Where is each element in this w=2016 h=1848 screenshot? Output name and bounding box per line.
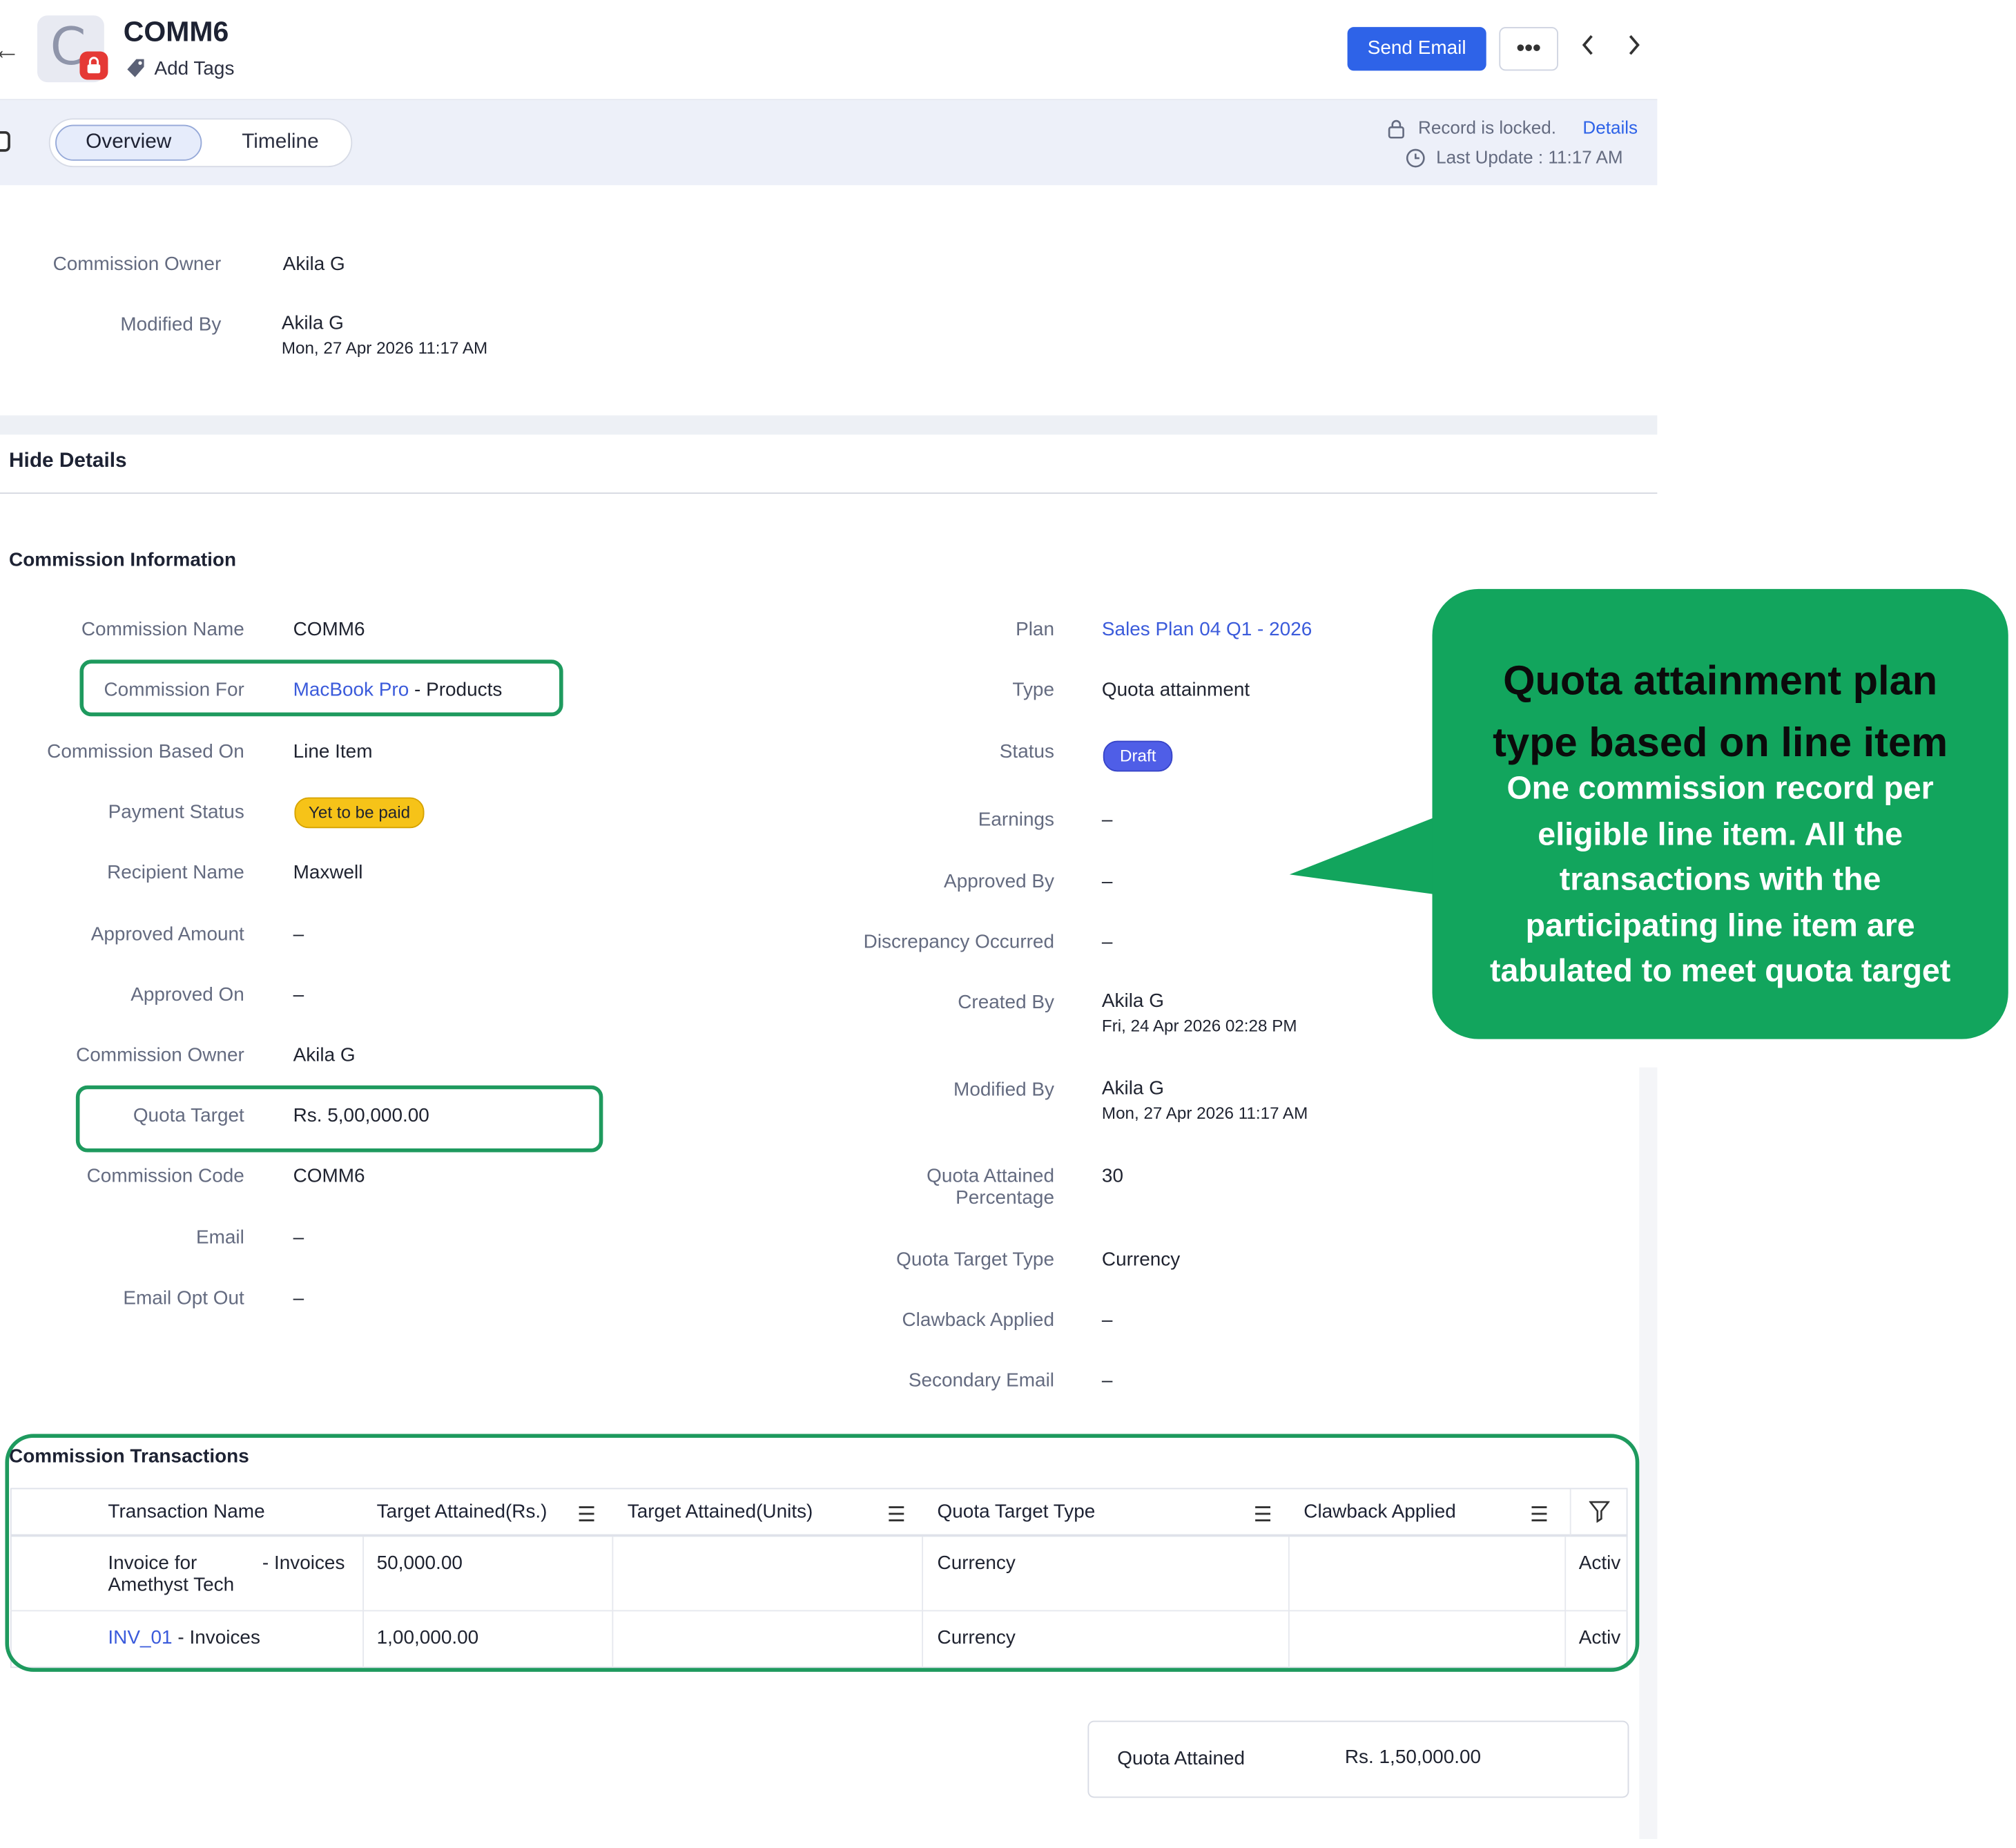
lock-details-link[interactable]: Details: [1582, 117, 1638, 137]
next-record-icon[interactable]: [1625, 31, 1643, 67]
earnings-label: Earnings: [978, 809, 1055, 831]
created-date: Fri, 24 Apr 2026 02:28 PM: [1101, 1016, 1297, 1036]
callout-title-line: Quota attainment plan: [1503, 657, 1938, 704]
more-actions-button[interactable]: •••: [1499, 27, 1558, 71]
callout-title-line: type based on line item: [1493, 718, 1948, 766]
tag-icon[interactable]: [126, 58, 146, 79]
secondary-email-label: Secondary Email: [908, 1369, 1055, 1392]
modified-by-value: Akila G: [1101, 1077, 1164, 1100]
status-badge: Draft: [1103, 740, 1173, 772]
summary-modified-value: Akila G: [281, 312, 344, 335]
created-by-label: Created By: [958, 991, 1055, 1014]
previous-record-icon[interactable]: [1579, 31, 1597, 67]
commission-for-module: - Products: [409, 679, 503, 701]
scrollbar-track[interactable]: [1639, 1067, 1658, 1839]
lock-icon: [1386, 118, 1406, 139]
secondary-email-value: –: [1101, 1369, 1113, 1392]
clawback-value: –: [1101, 1309, 1113, 1331]
type-value: Quota attainment: [1101, 679, 1250, 701]
section-gap: [0, 415, 1658, 435]
quota-type-value: Currency: [1101, 1249, 1181, 1271]
commission-code-value: COMM6: [293, 1165, 365, 1187]
quota-pct-label-line1: Quota Attained: [927, 1165, 1055, 1187]
based-on-value: Line Item: [293, 740, 373, 763]
record-locked-text: Record is locked.: [1418, 117, 1556, 138]
approved-on-value: –: [293, 983, 304, 1006]
email-opt-out-value: –: [293, 1287, 304, 1309]
callout-body-line: tabulated to meet quota target: [1489, 952, 1951, 990]
approved-by-label: Approved By: [944, 870, 1055, 893]
email-label: Email: [195, 1226, 244, 1249]
quota-attained-label: Quota Attained: [1117, 1747, 1246, 1770]
commission-for-link[interactable]: MacBook Pro: [293, 679, 409, 701]
recipient-value: Maxwell: [293, 861, 363, 884]
commission-for-value: MacBook Pro - Products: [293, 679, 503, 701]
payment-status-badge: Yet to be paid: [294, 797, 425, 829]
callout-body-line: eligible line item. All the: [1538, 816, 1903, 852]
section-title: Commission Information: [9, 549, 237, 571]
callout-body-line: One commission record per: [1506, 770, 1934, 807]
commission-name-value: COMM6: [293, 618, 365, 641]
quota-target-value: Rs. 5,00,000.00: [293, 1104, 429, 1127]
type-label: Type: [1012, 679, 1055, 701]
based-on-label: Commission Based On: [47, 740, 244, 763]
highlight-transactions: [5, 1434, 1640, 1672]
summary-modified-date: Mon, 27 Apr 2026 11:17 AM: [281, 338, 488, 358]
approved-amount-value: –: [293, 923, 304, 945]
modified-date: Mon, 27 Apr 2026 11:17 AM: [1101, 1103, 1308, 1123]
hide-details-toggle[interactable]: Hide Details: [9, 450, 127, 474]
email-opt-out-label: Email Opt Out: [123, 1287, 244, 1309]
modified-by-label: Modified By: [953, 1079, 1055, 1101]
approved-on-label: Approved On: [130, 983, 244, 1006]
last-update-text: Last Update : 11:17 AM: [1436, 146, 1623, 168]
commission-name-label: Commission Name: [81, 618, 244, 641]
owner-label: Commission Owner: [76, 1044, 244, 1066]
payment-status-label: Payment Status: [108, 801, 244, 823]
quota-target-label: Quota Target: [133, 1104, 244, 1127]
summary-modified-label: Modified By: [120, 314, 222, 336]
back-arrow-icon[interactable]: ←: [0, 33, 21, 66]
plan-link[interactable]: Sales Plan 04 Q1 - 2026: [1102, 619, 1312, 641]
tab-overview[interactable]: Overview: [55, 124, 202, 161]
discrepancy-label: Discrepancy Occurred: [863, 931, 1055, 953]
record-title: COMM6: [123, 15, 229, 48]
approved-amount-label: Approved Amount: [90, 923, 244, 945]
tab-timeline[interactable]: Timeline: [216, 125, 345, 161]
plan-label: Plan: [1016, 618, 1055, 641]
earnings-value: –: [1101, 809, 1113, 831]
add-tags-link[interactable]: Add Tags: [154, 58, 234, 80]
callout-title: Quota attainment plan type based on line…: [1449, 649, 1992, 773]
callout-body-line: transactions with the: [1559, 861, 1881, 898]
email-value: –: [293, 1226, 304, 1249]
summary-owner-label: Commission Owner: [52, 253, 222, 276]
quota-pct-value: 30: [1101, 1165, 1123, 1187]
owner-value: Akila G: [293, 1044, 356, 1066]
commission-for-label: Commission For: [104, 679, 244, 701]
quota-attained-value: Rs. 1,50,000.00: [1344, 1746, 1482, 1769]
discrepancy-value: –: [1101, 931, 1113, 953]
record-detail-page: ← C COMM6 Add Tags Send Email ••• Overvi…: [0, 0, 2016, 1848]
clock-icon: [1405, 148, 1426, 169]
summary-card: [0, 186, 1658, 416]
callout-body-line: participating line item are: [1525, 907, 1915, 943]
divider: [0, 492, 1658, 494]
created-by-value: Akila G: [1101, 990, 1164, 1012]
recipient-label: Recipient Name: [107, 861, 244, 884]
sidebar-toggle-icon[interactable]: [0, 131, 10, 152]
summary-owner-value: Akila G: [282, 253, 345, 276]
quota-pct-label-line2: Percentage: [956, 1186, 1055, 1209]
approved-by-value: –: [1101, 870, 1113, 893]
callout-body: One commission record per eligible line …: [1449, 767, 1992, 995]
status-label: Status: [999, 740, 1055, 763]
lock-icon: [79, 51, 108, 80]
commission-code-label: Commission Code: [86, 1165, 244, 1187]
quota-type-label: Quota Target Type: [896, 1249, 1055, 1271]
send-email-button[interactable]: Send Email: [1347, 27, 1486, 71]
clawback-label: Clawback Applied: [902, 1309, 1055, 1331]
